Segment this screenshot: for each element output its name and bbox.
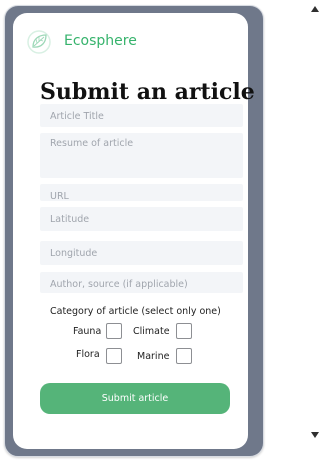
url-field[interactable] xyxy=(40,184,243,205)
resume-field[interactable] xyxy=(40,133,243,178)
latitude-field[interactable] xyxy=(40,207,243,232)
category-label-flora: Flora xyxy=(76,349,100,360)
checkbox-marine[interactable] xyxy=(176,348,192,364)
brand: Ecosphere xyxy=(26,30,176,54)
brand-name: Ecosphere xyxy=(64,33,137,49)
article-title-input[interactable] xyxy=(40,105,243,128)
category-label-marine: Marine xyxy=(137,351,170,362)
submit-article-button[interactable]: Submit article xyxy=(40,383,230,414)
author-source-field[interactable] xyxy=(40,272,243,295)
longitude-field[interactable] xyxy=(40,241,243,266)
category-label-climate: Climate xyxy=(133,326,170,337)
checkbox-flora[interactable] xyxy=(106,348,122,364)
scroll-down-icon[interactable] xyxy=(311,432,319,438)
scroll-up-icon[interactable] xyxy=(311,6,319,12)
checkbox-fauna[interactable] xyxy=(106,323,122,339)
category-label: Category of article (select only one) xyxy=(50,306,221,317)
category-label-fauna: Fauna xyxy=(73,326,102,337)
author-source-input[interactable] xyxy=(40,274,243,295)
latitude-input[interactable] xyxy=(40,207,243,232)
leaf-icon xyxy=(27,30,51,54)
checkbox-climate[interactable] xyxy=(176,323,192,339)
vertical-scrollbar[interactable] xyxy=(309,2,319,438)
url-input[interactable] xyxy=(40,188,243,205)
article-title-field[interactable] xyxy=(40,104,243,128)
resume-textarea[interactable] xyxy=(40,133,243,178)
longitude-input[interactable] xyxy=(40,241,243,266)
